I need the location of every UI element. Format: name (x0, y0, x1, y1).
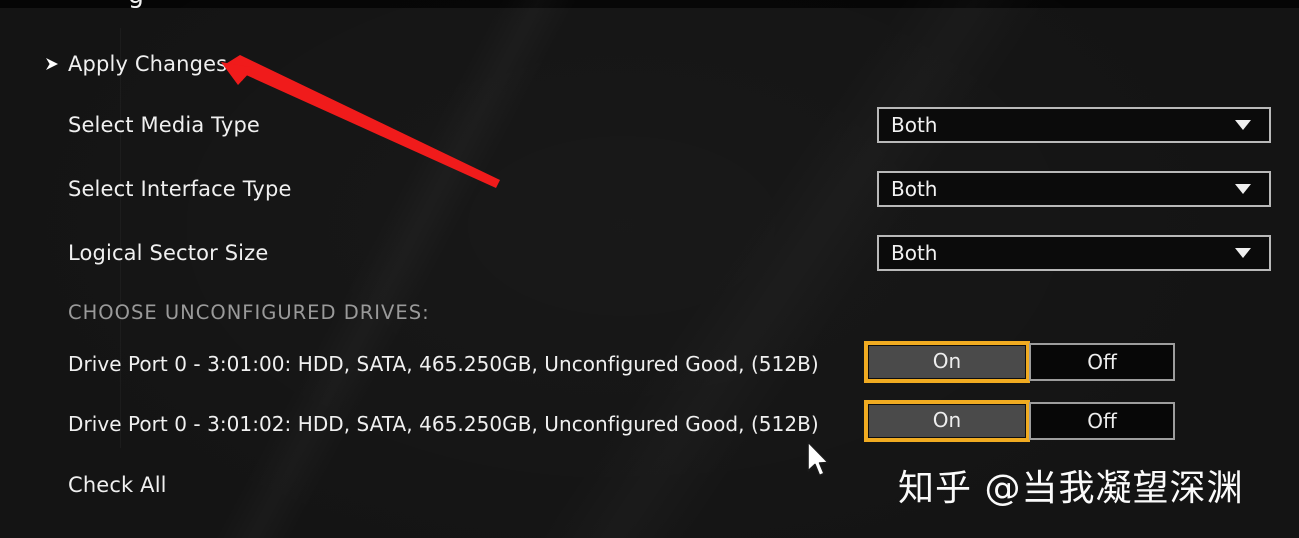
dropdown-select-interface-type[interactable]: Both (877, 171, 1271, 207)
setting-label: Logical Sector Size (68, 241, 269, 265)
drive-toggle-group: On Off (864, 341, 1176, 383)
chevron-down-icon (1235, 248, 1251, 258)
dropdown-value: Both (891, 241, 938, 265)
drive-toggle-on-label: On (932, 349, 962, 373)
menu-item-apply-changes[interactable]: Apply Changes (0, 44, 1299, 84)
menu-item-label: Apply Changes (68, 52, 228, 76)
dropdown-select-media-type[interactable]: Both (877, 107, 1271, 143)
section-heading-choose-unconfigured-drives: CHOOSE UNCONFIGURED DRIVES: (0, 292, 1299, 332)
drive-toggle-off-button[interactable]: Off (1029, 402, 1175, 440)
drive-toggle-off-label: Off (1087, 350, 1117, 374)
bios-configuration-screen: g Apply Changes Select Media Type Both S… (0, 0, 1299, 538)
drive-toggle-on-button[interactable]: On (864, 400, 1030, 442)
drive-toggle-on-label: On (932, 408, 962, 432)
drive-toggle-on-button[interactable]: On (864, 341, 1030, 383)
drive-toggle-off-button[interactable]: Off (1029, 343, 1175, 381)
top-edge-strip (0, 0, 1299, 8)
chevron-down-icon (1235, 120, 1251, 130)
dropdown-value: Both (891, 177, 938, 201)
section-heading-label: CHOOSE UNCONFIGURED DRIVES: (68, 300, 430, 324)
setting-label: Select Interface Type (68, 177, 292, 201)
dropdown-value: Both (891, 113, 938, 137)
check-all-label: Check All (68, 473, 167, 497)
chevron-down-icon (1235, 184, 1251, 194)
clipped-row-above: g (128, 0, 144, 9)
dropdown-logical-sector-size[interactable]: Both (877, 235, 1271, 271)
drive-toggle-off-label: Off (1087, 409, 1117, 433)
caret-right-icon (44, 55, 62, 73)
drive-toggle-group: On Off (864, 400, 1176, 442)
drive-label: Drive Port 0 - 3:01:00: HDD, SATA, 465.2… (68, 352, 819, 376)
drive-label: Drive Port 0 - 3:01:02: HDD, SATA, 465.2… (68, 412, 819, 436)
watermark: 知乎 @当我凝望深渊 (898, 468, 1244, 509)
setting-label: Select Media Type (68, 113, 260, 137)
